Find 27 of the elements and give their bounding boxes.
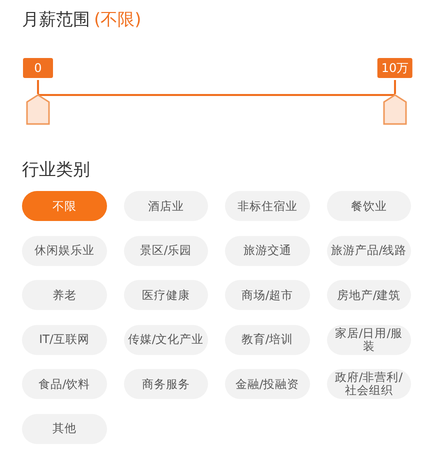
slider-handle[interactable] <box>383 79 407 125</box>
value-label: 0 <box>23 58 53 78</box>
industry-chip[interactable]: 旅游交通 <box>225 236 310 266</box>
section-title: 行业类别 <box>22 158 90 180</box>
industry-chip[interactable]: 休闲娱乐业 <box>22 236 106 266</box>
industry-chip[interactable]: 酒店业 <box>124 191 208 221</box>
industry-chip[interactable]: 房地产/建筑 <box>326 280 411 310</box>
industry-chip[interactable]: 金融/投融资 <box>225 369 310 399</box>
salary-value: (不限) <box>94 8 142 30</box>
industry-chip[interactable]: 其他 <box>22 414 106 444</box>
industry-chip[interactable]: 食品/饮料 <box>22 369 106 399</box>
industry-chip[interactable]: 餐饮业 <box>326 191 411 221</box>
industry-chip[interactable]: 旅游产品/线路 <box>326 236 411 266</box>
value-label: 10万 <box>377 58 413 78</box>
industry-chip[interactable]: 景区/乐园 <box>124 236 208 266</box>
slider-handle[interactable] <box>26 79 50 125</box>
industry-chip[interactable]: 商务服务 <box>124 369 208 399</box>
industry-chip[interactable]: 教育/培训 <box>225 324 310 354</box>
industry-chip[interactable]: 商场/超市 <box>225 280 310 310</box>
industry-chip[interactable]: 政府/非营利/社会组织 <box>326 369 411 399</box>
section-title: 月薪范围 <box>22 8 90 30</box>
industry-chip[interactable]: IT/互联网 <box>22 324 106 354</box>
industry-chip[interactable]: 家居/日用/服装 <box>326 324 411 354</box>
industry-chip[interactable]: 养老 <box>22 280 106 310</box>
industry-chip[interactable]: 非标住宿业 <box>225 191 310 221</box>
industry-chip[interactable]: 医疗健康 <box>124 280 208 310</box>
industry-chip[interactable]: 传媒/文化产业 <box>124 324 208 354</box>
